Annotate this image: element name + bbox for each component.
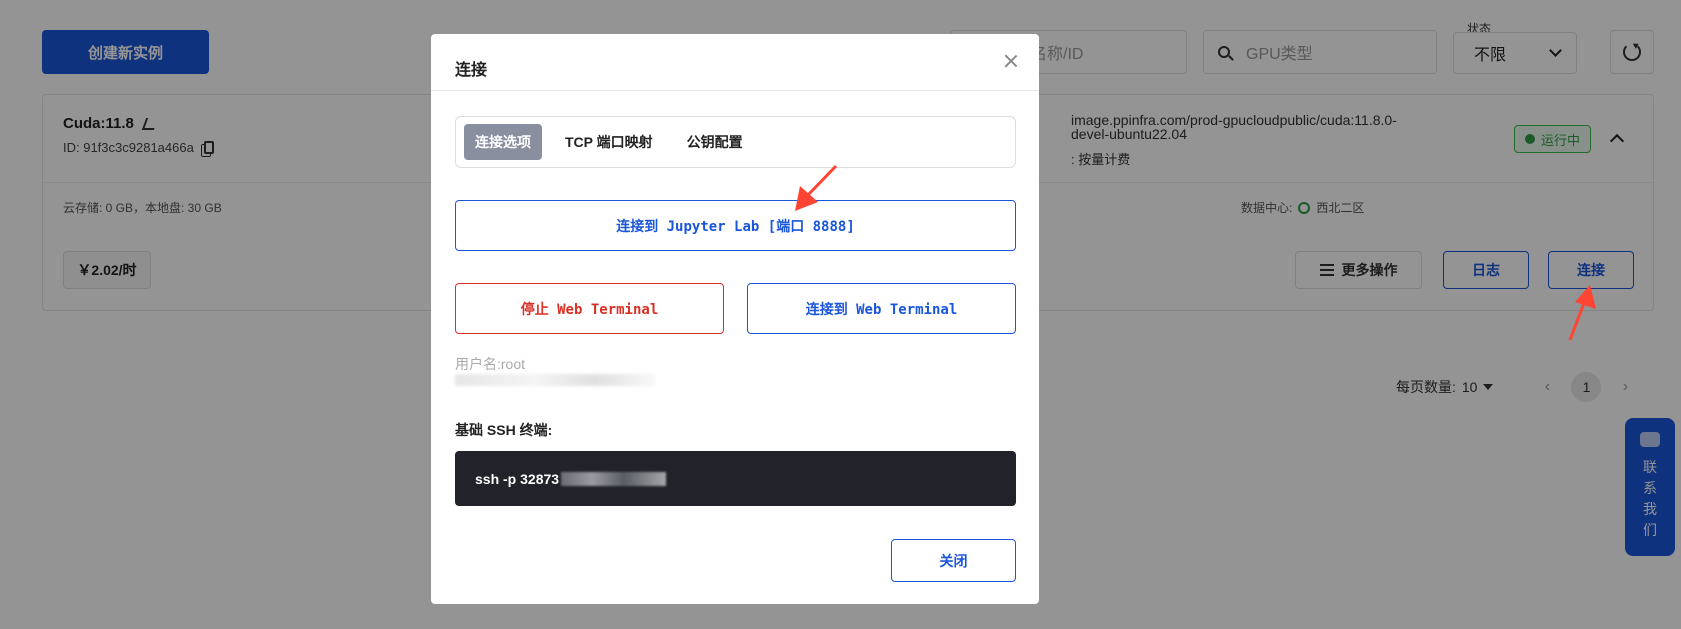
- tab-public-key[interactable]: 公钥配置: [676, 124, 754, 160]
- modal-title: 连接: [455, 62, 488, 79]
- connect-jupyter-button[interactable]: 连接到 Jupyter Lab [端口 8888]: [455, 200, 1016, 251]
- tab-connect-options[interactable]: 连接选项: [464, 124, 542, 160]
- ssh-label: 基础 SSH 终端:: [455, 422, 553, 438]
- close-icon[interactable]: [1002, 52, 1020, 70]
- tab-tcp-port-mapping[interactable]: TCP 端口映射: [554, 124, 664, 160]
- connect-tabs: 连接选项 TCP 端口映射 公钥配置: [455, 116, 1016, 168]
- redacted-password: [455, 374, 655, 386]
- username-text: 用户名:root: [455, 356, 526, 372]
- stop-web-terminal-button[interactable]: 停止 Web Terminal: [455, 283, 724, 334]
- ssh-command-text: ssh -p 32873: [475, 470, 560, 487]
- close-button[interactable]: 关闭: [891, 539, 1016, 582]
- modal-header: 连接: [431, 34, 1039, 91]
- ssh-command-box[interactable]: ssh -p 32873: [455, 451, 1016, 506]
- connect-web-terminal-button[interactable]: 连接到 Web Terminal: [747, 283, 1016, 334]
- connect-modal: 连接 连接选项 TCP 端口映射 公钥配置 连接到 Jupyter Lab [端…: [431, 34, 1039, 604]
- redacted-host: [561, 471, 667, 486]
